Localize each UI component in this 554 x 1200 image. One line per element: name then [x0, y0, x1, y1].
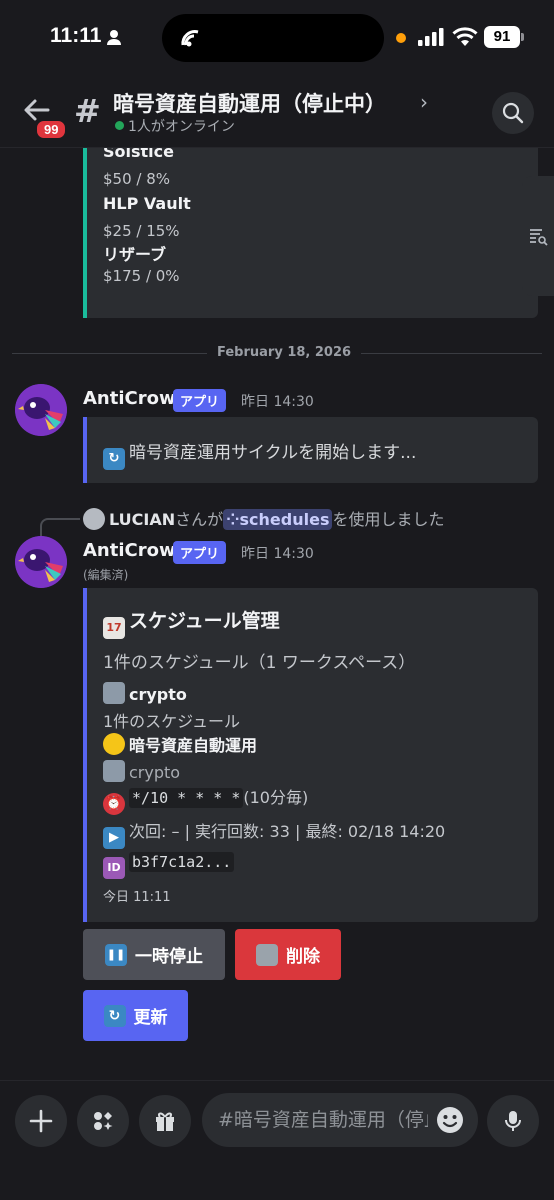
- field-name: リザーブ: [103, 245, 167, 264]
- schedule-folder: crypto: [129, 763, 181, 782]
- embed-title: スケジュール管理: [129, 610, 280, 632]
- date-divider: February 18, 2026: [207, 345, 362, 360]
- schedule-count: 1件のスケジュール: [103, 712, 241, 731]
- channel-title[interactable]: 暗号資産自動運用（停止中）: [113, 88, 386, 118]
- online-count: 1人がオンライン: [128, 119, 235, 135]
- schedule-name: 暗号資産自動運用: [129, 736, 258, 755]
- embed-description: 1件のスケジュール（1 ワークスペース）: [103, 653, 416, 673]
- alarm-clock-icon: ⏰: [103, 793, 125, 815]
- pause-button[interactable]: ❚❚ 一時停止: [83, 929, 225, 980]
- edited-label: (編集済): [83, 568, 129, 582]
- activity-icon: [181, 30, 199, 47]
- chevron-right-icon[interactable]: ›: [420, 90, 428, 114]
- message-input[interactable]: [218, 1093, 428, 1147]
- unread-badge: 99: [34, 118, 69, 141]
- gift-button[interactable]: [139, 1095, 191, 1147]
- message-list[interactable]: Solstice $50 / 8% HLP Vault $25 / 15% リザ…: [0, 148, 554, 1080]
- reply-prefix: さんが: [175, 510, 224, 529]
- gift-icon: [156, 1112, 174, 1131]
- crow-avatar-icon: [15, 536, 67, 588]
- wifi-icon: [452, 27, 478, 46]
- delete-button[interactable]: 削除: [235, 929, 341, 980]
- field-value: $175 / 0%: [103, 267, 180, 285]
- refresh-button[interactable]: ↻ 更新: [83, 990, 188, 1041]
- field-value: $25 / 15%: [103, 222, 180, 240]
- refresh-label: 更新: [133, 1008, 168, 1028]
- add-button[interactable]: [15, 1095, 67, 1147]
- wastebasket-icon: [256, 943, 278, 966]
- message-embed: ↻ 暗号資産運用サイクルを開始します...: [83, 417, 538, 483]
- command-reply-line[interactable]: LUCIANさんが ⁘schedules を使用しました: [83, 506, 444, 530]
- avatar[interactable]: [15, 384, 67, 436]
- emoji-icon[interactable]: [436, 1106, 464, 1134]
- command-mention[interactable]: ⁘schedules: [223, 509, 333, 530]
- reply-user[interactable]: LUCIAN: [109, 510, 175, 529]
- person-icon: [107, 30, 121, 45]
- field-name: HLP Vault: [103, 194, 191, 213]
- folder-icon: [103, 682, 125, 704]
- status-bar: 11:11 91: [0, 0, 554, 80]
- online-dot-icon: [115, 121, 124, 130]
- folder-name: crypto: [129, 685, 187, 704]
- author-name[interactable]: AntiCrow: [83, 388, 176, 409]
- refresh-icon: ↻: [103, 448, 125, 470]
- search-button[interactable]: [492, 92, 534, 134]
- cron-expression: */10 * * * *: [129, 788, 244, 808]
- cellular-signal-icon: [418, 28, 444, 46]
- avatar[interactable]: [15, 536, 67, 588]
- schedule-id: b3f7c1a2...: [129, 852, 235, 872]
- battery-indicator: 91: [484, 26, 524, 48]
- timestamp: 昨日 14:30: [241, 546, 314, 562]
- apps-icon: [94, 1112, 113, 1130]
- apps-button[interactable]: [77, 1095, 129, 1147]
- author-name[interactable]: AntiCrow: [83, 540, 176, 561]
- pause-label: 一時停止: [135, 947, 203, 967]
- thread-drawer-handle[interactable]: [522, 176, 554, 296]
- reply-suffix: を使用しました: [332, 510, 445, 529]
- online-status: 1人がオンライン: [115, 116, 235, 136]
- pause-icon: ❚❚: [105, 943, 127, 966]
- yellow-circle-icon: [103, 733, 125, 755]
- previous-embed: Solstice $50 / 8% HLP Vault $25 / 15% リザ…: [83, 148, 538, 318]
- command-name: schedules: [239, 510, 330, 529]
- status-time: 11:11: [50, 24, 102, 47]
- list-search-icon: [530, 229, 548, 246]
- calendar-icon: 17: [103, 617, 125, 639]
- dynamic-island: [162, 14, 384, 62]
- refresh-icon: ↻: [103, 1004, 126, 1027]
- search-icon: [502, 102, 524, 124]
- message-composer: [0, 1080, 554, 1200]
- embed-text: 暗号資産運用サイクルを開始します...: [129, 443, 417, 463]
- app-tag: アプリ: [173, 389, 227, 412]
- next-run-info: 次回: – | 実行回数: 33 | 最終: 02/18 14:20: [129, 822, 446, 841]
- schedule-embed: 17 スケジュール管理 1件のスケジュール（1 ワークスペース） crypto 1…: [83, 588, 538, 922]
- user-avatar[interactable]: [83, 508, 105, 530]
- folder-icon: [103, 760, 125, 782]
- id-icon: ID: [103, 857, 125, 879]
- delete-label: 削除: [286, 947, 320, 967]
- voice-message-button[interactable]: [487, 1095, 539, 1147]
- cron-description: (10分毎): [243, 788, 309, 807]
- timestamp: 昨日 14:30: [241, 394, 314, 410]
- field-name: Solstice: [103, 148, 174, 161]
- plus-icon: [29, 1109, 53, 1133]
- microphone-icon: [505, 1111, 521, 1131]
- embed-footer: 今日 11:11: [103, 890, 171, 905]
- channel-hash-icon: #: [74, 92, 101, 130]
- app-tag: アプリ: [173, 541, 227, 564]
- channel-header: 99 # 暗号資産自動運用（停止中） › 1人がオンライン: [0, 80, 554, 148]
- field-value: $50 / 8%: [103, 170, 171, 188]
- message-input-container[interactable]: [202, 1093, 478, 1147]
- recording-dot-icon: [396, 33, 406, 43]
- crow-avatar-icon: [15, 384, 67, 436]
- play-icon: ▶: [103, 827, 125, 849]
